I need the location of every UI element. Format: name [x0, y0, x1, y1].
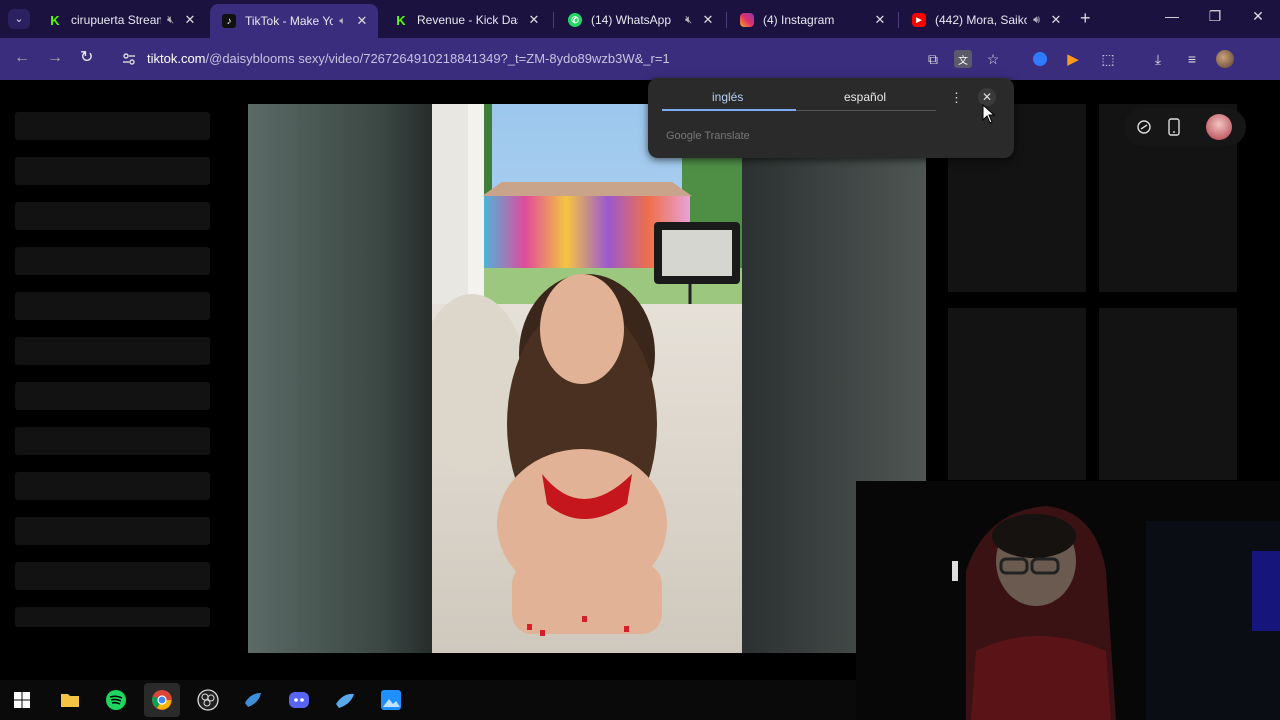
browser-toolbar: ← → ↻ tiktok.com/@daisyblooms sexy/video… — [0, 38, 1280, 80]
windows-taskbar — [0, 680, 856, 720]
sidebar-skeleton-item — [15, 157, 210, 185]
tab-title: (442) Mora, Saiko — [935, 13, 1028, 27]
tiktok-icon: ♪ — [222, 14, 236, 28]
kick-icon: K — [396, 12, 406, 28]
url-text: tiktok.com/@daisyblooms sexy/video/72672… — [147, 51, 670, 66]
whatsapp-icon: ✆ — [568, 13, 582, 27]
tab-separator — [898, 12, 899, 28]
steam-alt-icon[interactable] — [333, 688, 357, 712]
tab-strip: ⌄ K cirupuerta Stream 🔇︎ ✕ ♪ TikTok - Ma… — [0, 0, 1280, 38]
screen: ⌄ K cirupuerta Stream 🔇︎ ✕ ♪ TikTok - Ma… — [0, 0, 1280, 720]
sidebar-skeleton-item — [15, 382, 210, 410]
extensions-puzzle-icon[interactable]: ⬚ — [1099, 50, 1117, 68]
messages-icon[interactable] — [1136, 119, 1152, 135]
get-app-icon[interactable] — [1167, 118, 1181, 136]
profile-avatar[interactable] — [1216, 50, 1234, 68]
spotify-icon[interactable] — [104, 688, 128, 712]
sidebar-skeleton-item — [15, 292, 210, 320]
new-tab-button[interactable]: + — [1080, 9, 1091, 27]
kick-icon: K — [50, 12, 60, 28]
tab-youtube[interactable]: ▶ (442) Mora, Saiko 🔊︎ ✕ — [900, 6, 1072, 34]
video-player[interactable] — [248, 104, 926, 653]
url-host: tiktok.com — [147, 51, 206, 66]
close-window-icon[interactable]: ✕ — [1248, 8, 1268, 25]
user-avatar[interactable] — [1206, 114, 1232, 140]
tab-divider — [796, 110, 936, 111]
sidebar-skeleton-item — [15, 562, 210, 590]
page-header-actions — [1124, 108, 1246, 146]
tab-separator — [726, 12, 727, 28]
tab-kick-dashboard[interactable]: K Revenue - Kick Dashb ✕ — [382, 6, 550, 34]
source-language-tab[interactable]: inglés — [712, 90, 743, 104]
sidebar-skeleton-item — [15, 112, 210, 140]
discord-icon[interactable] — [287, 688, 311, 712]
tab-separator — [553, 12, 554, 28]
muted-speaker-icon[interactable]: 🔇︎ — [685, 14, 692, 27]
extension-blue-icon[interactable] — [1031, 50, 1049, 68]
close-tab-icon[interactable]: ✕ — [700, 12, 716, 28]
url-path: /@daisyblooms sexy/video/726726491021884… — [205, 51, 670, 66]
steam-icon[interactable] — [241, 688, 265, 712]
reload-icon[interactable]: ↻ — [80, 50, 93, 66]
close-tab-icon[interactable]: ✕ — [1048, 12, 1064, 28]
install-app-icon[interactable]: ⧉ — [924, 50, 942, 68]
sidebar-skeleton-item — [15, 517, 210, 545]
restore-icon[interactable]: ❐ — [1205, 8, 1225, 25]
tab-tiktok[interactable]: ♪ TikTok - Make Yo 🔈︎ ✕ — [210, 4, 378, 38]
tab-cirupuerta[interactable]: K cirupuerta Stream 🔇︎ ✕ — [36, 6, 206, 34]
close-tab-icon[interactable]: ✕ — [354, 13, 370, 29]
instagram-icon — [740, 13, 754, 27]
mouse-cursor-icon — [982, 104, 996, 124]
youtube-icon: ▶ — [912, 13, 926, 27]
windows-start-icon[interactable] — [10, 688, 34, 712]
close-tab-icon[interactable]: ✕ — [872, 12, 888, 28]
tab-whatsapp[interactable]: ✆ (14) WhatsApp 🔇︎ ✕ — [556, 6, 724, 34]
tab-title: (4) Instagram — [763, 13, 835, 27]
photos-icon[interactable] — [379, 688, 403, 712]
downloads-icon[interactable]: ⤓ — [1149, 50, 1167, 68]
extension-play-icon[interactable]: ▶ — [1064, 50, 1082, 68]
tab-title: cirupuerta Stream — [71, 13, 162, 27]
sidebar-skeleton-item — [15, 472, 210, 500]
tab-search-chevron-icon[interactable]: ⌄ — [8, 9, 30, 29]
sidebar-skeleton-item — [15, 337, 210, 365]
tab-title: Revenue - Kick Dashb — [417, 13, 518, 27]
video-thumbnail-placeholder[interactable] — [948, 308, 1086, 480]
video-content[interactable] — [432, 104, 742, 653]
video-frame-image — [432, 104, 742, 653]
video-thumbnail-placeholder[interactable] — [1099, 308, 1237, 480]
muted-speaker-icon[interactable]: 🔇︎ — [167, 14, 174, 27]
sidebar-skeleton-item — [15, 607, 210, 627]
tab-title: (14) WhatsApp — [591, 13, 672, 27]
more-options-icon[interactable]: ⋮ — [950, 90, 963, 106]
sidebar-skeleton-item — [15, 202, 210, 230]
bookmark-star-icon[interactable]: ☆ — [984, 50, 1002, 68]
media-control-icon[interactable]: ≡ — [1183, 50, 1201, 68]
file-explorer-icon[interactable] — [58, 688, 82, 712]
site-settings-icon[interactable] — [122, 52, 136, 66]
tab-title: TikTok - Make Yo — [245, 14, 334, 28]
webcam-overlay — [856, 481, 1280, 720]
close-tab-icon[interactable]: ✕ — [526, 12, 542, 28]
close-tab-icon[interactable]: ✕ — [182, 12, 198, 28]
active-tab-indicator — [662, 109, 796, 111]
muted-speaker-icon[interactable]: 🔈︎ — [339, 15, 346, 28]
streamer-webcam-image — [856, 481, 1280, 720]
back-icon[interactable]: ← — [14, 50, 30, 66]
google-translate-popup: inglés español ⋮ ✕ Google Translate — [648, 78, 1014, 158]
sidebar-skeleton-item — [15, 247, 210, 275]
tab-instagram[interactable]: (4) Instagram ✕ — [728, 6, 896, 34]
audio-playing-icon[interactable]: 🔊︎ — [1033, 14, 1040, 27]
google-translate-brand: Google Translate — [666, 130, 750, 142]
address-bar[interactable]: tiktok.com/@daisyblooms sexy/video/72672… — [112, 43, 1012, 75]
translate-icon[interactable]: 文 — [954, 50, 972, 68]
sidebar-skeleton-item — [15, 427, 210, 455]
minimize-icon[interactable]: — — [1162, 8, 1182, 24]
forward-icon[interactable]: → — [47, 50, 63, 66]
obs-icon[interactable] — [196, 688, 220, 712]
chrome-icon[interactable] — [144, 683, 180, 717]
target-language-tab[interactable]: español — [844, 90, 886, 104]
